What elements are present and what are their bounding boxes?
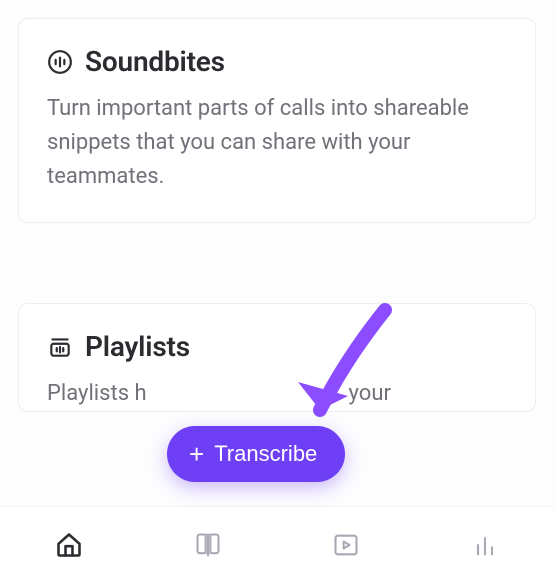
home-icon	[55, 531, 83, 559]
bar-chart-icon	[471, 531, 499, 559]
playlists-card[interactable]: Playlists Playlists h your	[18, 303, 536, 412]
soundbites-icon	[47, 49, 73, 75]
soundbites-description: Turn important parts of calls into share…	[47, 92, 507, 194]
book-icon	[194, 531, 222, 559]
nav-library[interactable]	[184, 521, 232, 572]
playlists-title: Playlists	[85, 330, 190, 363]
nav-analytics[interactable]	[461, 521, 509, 572]
transcribe-button[interactable]: + Transcribe	[167, 426, 345, 482]
soundbites-title: Soundbites	[85, 45, 225, 78]
plus-icon: +	[189, 441, 204, 467]
nav-video[interactable]	[322, 521, 370, 572]
soundbites-card[interactable]: Soundbites Turn important parts of calls…	[18, 18, 536, 223]
card-header: Soundbites	[47, 45, 507, 78]
playlists-icon	[47, 334, 73, 360]
play-square-icon	[332, 531, 360, 559]
playlists-description: Playlists h your	[47, 377, 507, 411]
card-header: Playlists	[47, 330, 507, 363]
bottom-nav	[0, 506, 554, 586]
transcribe-label: Transcribe	[214, 441, 317, 467]
nav-home[interactable]	[45, 521, 93, 572]
